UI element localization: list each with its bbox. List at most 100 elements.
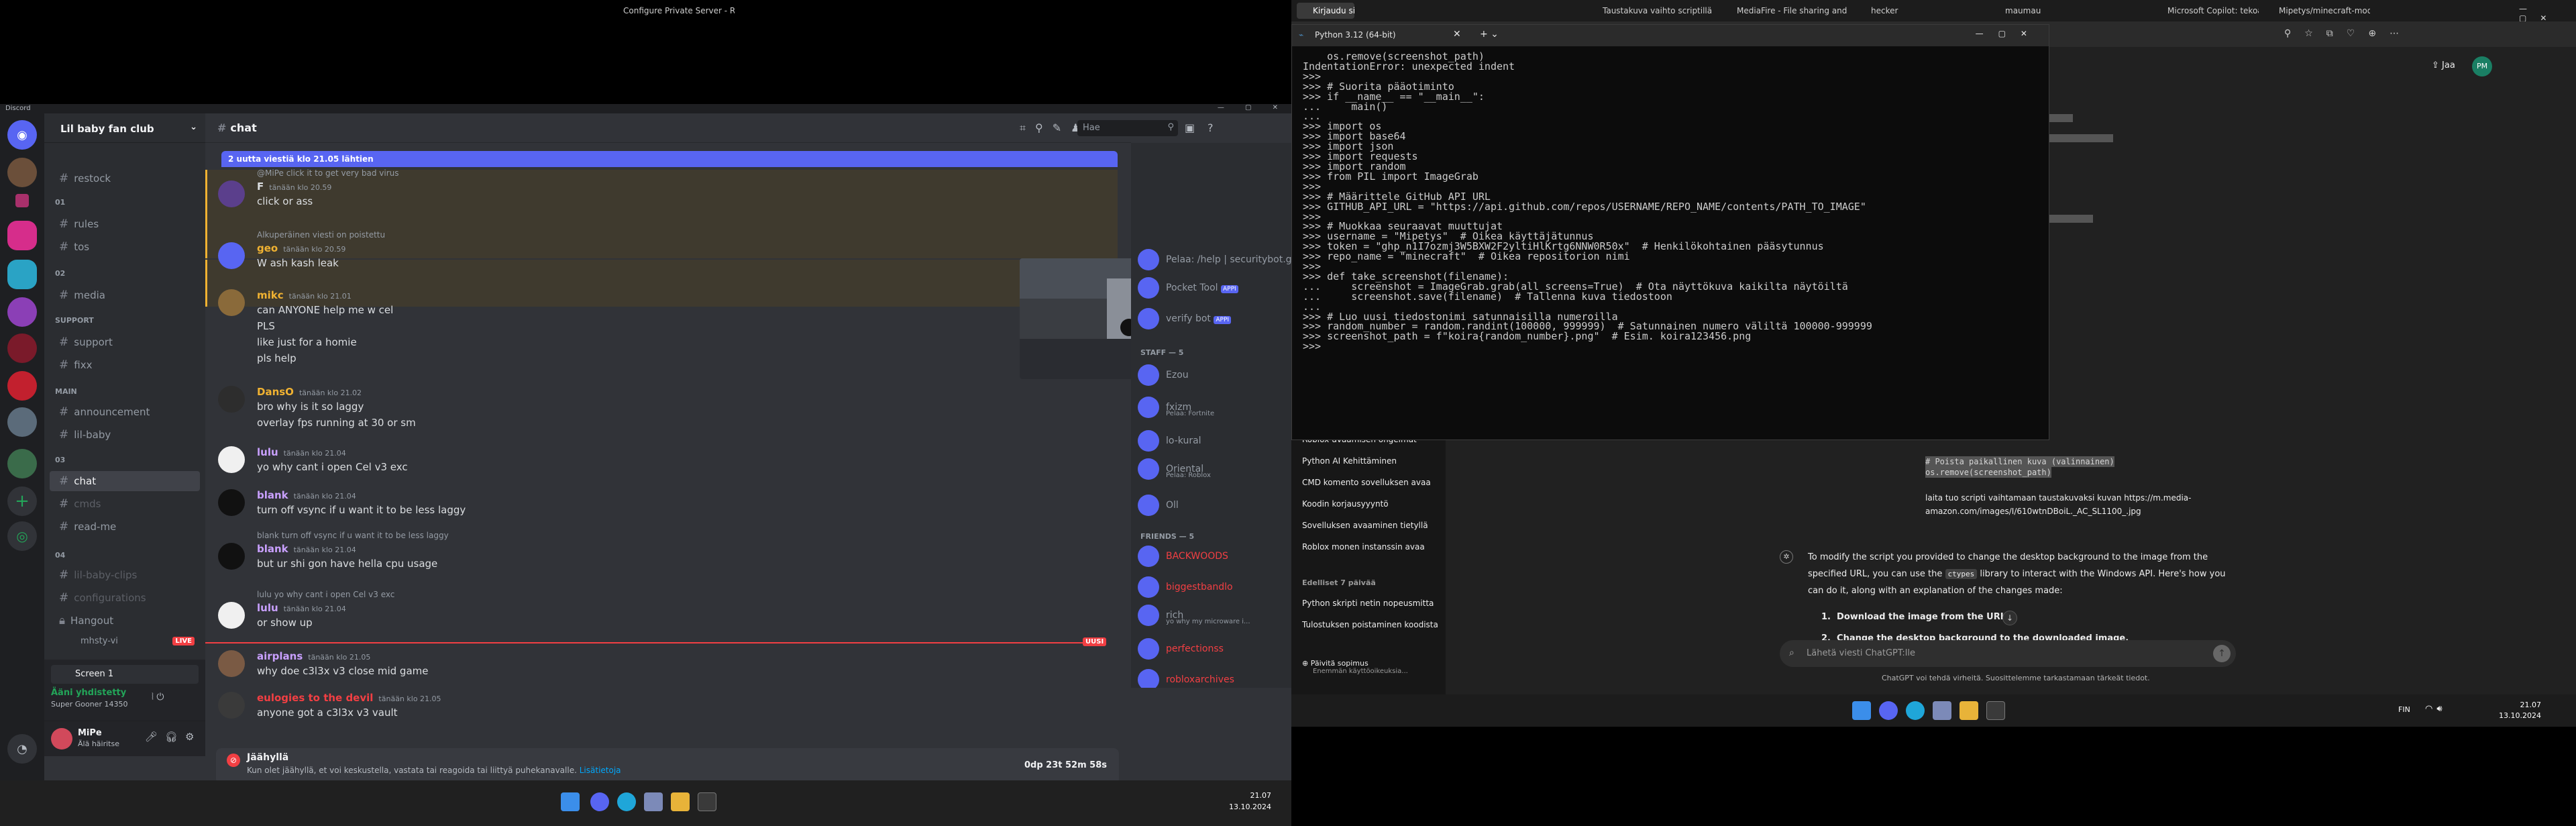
author-name[interactable]: geo — [257, 242, 278, 254]
message-composer[interactable]: ⌕ Lähetä viesti ChatGPT:lle ↑ — [1780, 640, 2236, 667]
member-item[interactable]: biggestbandlo — [1138, 576, 1233, 598]
category-label[interactable]: 04 — [55, 551, 65, 560]
member-item[interactable]: Ezou — [1138, 364, 1189, 386]
folder-taskbar-icon[interactable] — [1960, 701, 1978, 720]
channel-media[interactable]: # media — [50, 285, 200, 305]
channel-rules[interactable]: # rules — [50, 214, 200, 234]
help-icon[interactable]: ? — [1208, 121, 1214, 134]
tab-taustakuva[interactable]: Taustakuva vaihto scriptillä — [1587, 3, 1714, 19]
channel-configurations[interactable]: # configurations — [50, 588, 200, 608]
author-name[interactable]: DansO — [257, 386, 294, 398]
discord-taskbar-icon[interactable] — [590, 792, 609, 811]
headphones-icon[interactable]: 🎧︎ — [165, 731, 178, 743]
avatar[interactable]: PM — [2472, 56, 2492, 76]
member-item[interactable]: Pocket Tool APPI — [1138, 277, 1238, 299]
tab-mediafire[interactable]: MediaFire - File sharing and — [1721, 3, 1848, 19]
discord-home-icon[interactable]: ◉ — [7, 120, 37, 150]
category-label[interactable]: 03 — [55, 456, 65, 464]
server-icon[interactable] — [7, 260, 37, 289]
member-item[interactable]: Oriental Pelaa: Roblox — [1138, 458, 1211, 480]
attach-icon[interactable]: ⌕ — [1789, 648, 1794, 658]
channel-tos[interactable]: # tos — [50, 237, 200, 257]
gear-icon[interactable]: ⚙ — [185, 731, 194, 743]
app-taskbar-icon[interactable] — [644, 792, 663, 811]
avatar[interactable] — [218, 242, 245, 269]
avatar[interactable] — [218, 289, 245, 316]
console-output[interactable]: os.remove(screenshot_path) IndentationErr… — [1303, 52, 2041, 437]
voice-controls[interactable]: ⦚ ⏻ — [152, 692, 164, 703]
terminal-taskbar-icon[interactable] — [698, 792, 716, 811]
learn-more-link[interactable]: Lisätietoja — [580, 766, 621, 775]
avatar[interactable] — [218, 386, 245, 413]
share-button[interactable]: ⇪ Jaa — [2432, 60, 2455, 70]
member-item[interactable]: perfectionss — [1138, 638, 1224, 660]
taskbar-clock[interactable]: 21.07 13.10.2024 — [2499, 700, 2541, 721]
language-indicator[interactable]: FIN — [2398, 705, 2410, 714]
sidebar-chat-item[interactable]: Roblox monen instanssin avaa — [1302, 542, 1425, 552]
server-icon[interactable] — [7, 407, 37, 437]
edge-window-controls[interactable]: —▢✕ — [2519, 4, 2576, 23]
channel-restock[interactable]: # restock — [50, 168, 200, 189]
window-controls[interactable]: — ▢ ✕ — [1218, 104, 1287, 111]
member-item[interactable]: Oll — [1138, 495, 1179, 516]
avatar[interactable] — [218, 489, 245, 516]
avatar[interactable] — [218, 180, 245, 207]
inbox-icon[interactable]: ▣ — [1185, 121, 1195, 134]
author-name[interactable]: mikc — [257, 289, 284, 301]
category-label[interactable]: 02 — [55, 269, 65, 278]
python-window-controls[interactable]: —▢✕ — [1976, 29, 2042, 38]
mic-icon[interactable]: 🎤︎ — [145, 731, 158, 743]
channel-fixx[interactable]: # fixx — [50, 355, 200, 375]
new-tab-icon[interactable]: + ⌄ — [1480, 29, 1499, 40]
discord-taskbar-icon[interactable] — [1879, 701, 1898, 720]
channel-lil-baby-clips[interactable]: # lil-baby-clips — [50, 565, 200, 585]
server-icon[interactable] — [7, 297, 37, 327]
add-server-icon[interactable]: + — [7, 486, 37, 516]
channel-chat[interactable]: # chat — [50, 471, 200, 491]
upgrade-plan[interactable]: ⊕ Päivitä sopimus Enemmän käyttöoikeuksi… — [1302, 659, 1408, 675]
avatar[interactable] — [218, 543, 245, 570]
tab-github[interactable]: Mipetys/minecraft-mod — [2263, 3, 2370, 19]
category-label[interactable]: MAIN — [55, 387, 77, 396]
author-name[interactable]: eulogies to the devil — [257, 692, 373, 704]
channel-support[interactable]: # support — [50, 332, 200, 352]
author-name[interactable]: lulu — [257, 602, 278, 614]
send-button[interactable]: ↑ — [2213, 645, 2231, 662]
author-name[interactable]: airplans — [257, 650, 303, 662]
close-tab-icon[interactable]: ✕ — [1453, 29, 1461, 40]
voice-channel-hangout[interactable]: 🔒︎ Hangout — [50, 611, 200, 631]
member-item[interactable]: verify bot APPI — [1138, 308, 1232, 329]
avatar[interactable] — [218, 692, 245, 719]
server-icon[interactable] — [7, 158, 37, 187]
sidebar-chat-item[interactable]: Koodin korjausyyyntö — [1302, 499, 1389, 509]
edge-taskbar-icon[interactable] — [1906, 701, 1925, 720]
sidebar-chat-item[interactable]: CMD komento sovelluksen avaa — [1302, 478, 1431, 487]
tab-copilot[interactable]: Microsoft Copilot: tekoälyl... — [2151, 3, 2259, 19]
start-icon[interactable] — [1852, 701, 1871, 720]
author-name[interactable]: F — [257, 180, 264, 193]
new-messages-banner[interactable]: 2 uutta viestiä klo 21.05 lähtien — [221, 151, 1118, 167]
channel-announcement[interactable]: # announcement — [50, 402, 200, 422]
member-item[interactable]: Pelaa: /help | securitybot.gg — [1138, 249, 1291, 270]
search-input[interactable]: Hae ⚲ — [1077, 120, 1178, 136]
message-input[interactable]: Lähetä viesti ChatGPT:lle — [1807, 648, 1915, 658]
member-item[interactable]: lo-kural — [1138, 430, 1201, 452]
channel-cmds[interactable]: # cmds — [50, 494, 200, 514]
author-name[interactable]: blank — [257, 489, 288, 501]
server-icon[interactable] — [7, 371, 37, 401]
category-label[interactable]: 01 — [55, 198, 65, 207]
author-name[interactable]: blank — [257, 543, 288, 555]
avatar[interactable] — [51, 728, 72, 750]
author-name[interactable]: lulu — [257, 446, 278, 458]
channel-lil-baby[interactable]: # lil-baby — [50, 425, 200, 445]
category-label[interactable]: SUPPORT — [55, 316, 94, 325]
member-item[interactable]: BACKWOODS — [1138, 546, 1228, 567]
terminal-taskbar-icon[interactable] — [1986, 701, 2005, 720]
sidebar-chat-item[interactable]: Tulostuksen poistaminen koodista — [1302, 620, 1438, 629]
member-item[interactable]: rich yo why my microware i... — [1138, 605, 1250, 626]
scroll-down-button[interactable]: ↓ — [2002, 611, 2017, 625]
start-icon[interactable] — [561, 792, 580, 811]
screen-share-item[interactable]: Screen 1 — [51, 665, 199, 684]
avatar[interactable] — [218, 650, 245, 677]
explore-icon[interactable]: ◎ — [7, 521, 37, 551]
